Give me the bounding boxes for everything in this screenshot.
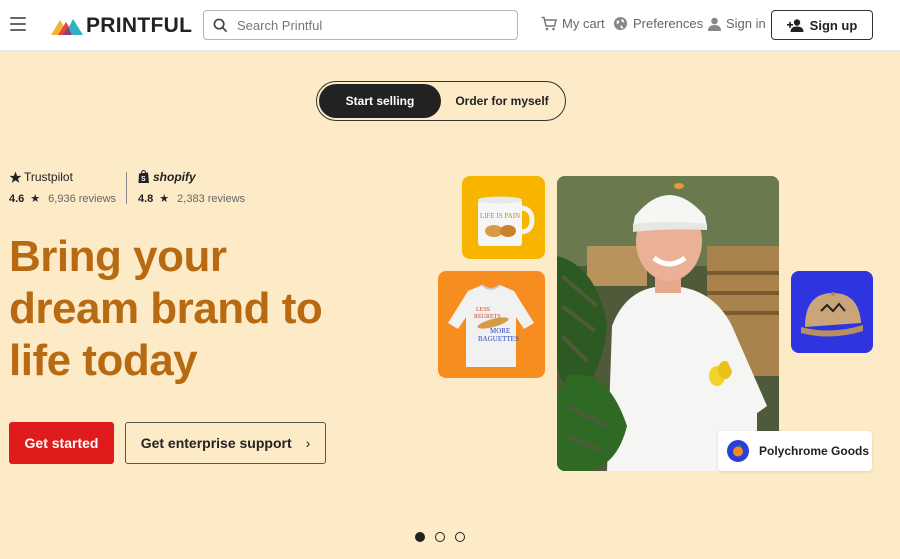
preferences-link[interactable]: Preferences bbox=[613, 16, 703, 31]
order-for-myself-option[interactable]: Order for myself bbox=[441, 84, 563, 118]
search-icon bbox=[213, 18, 228, 32]
user-icon bbox=[708, 17, 721, 31]
search-bar[interactable] bbox=[203, 10, 518, 40]
cap-illustration bbox=[801, 292, 863, 337]
headline-line-3: life today bbox=[9, 336, 198, 385]
shopify-reviews: 2,383 reviews bbox=[177, 192, 246, 205]
sweatshirt-product-image[interactable]: LESS REGRETS MORE BAGUETTES bbox=[438, 271, 545, 378]
trustpilot-reviews: 6,936 reviews bbox=[48, 192, 117, 205]
start-selling-option[interactable]: Start selling bbox=[319, 84, 441, 118]
carousel-dot-3[interactable] bbox=[455, 532, 465, 542]
carousel-dot-2[interactable] bbox=[435, 532, 445, 542]
brand-card-label: Polychrome Goods bbox=[759, 444, 870, 458]
trustpilot-star-icon bbox=[9, 171, 22, 183]
mug-print-text: LIFE IS PAIN bbox=[480, 212, 520, 220]
trustpilot-brand: Trustpilot bbox=[24, 170, 73, 184]
audience-toggle: Start selling Order for myself bbox=[316, 81, 566, 121]
search-input[interactable] bbox=[237, 17, 497, 33]
cap-product-image[interactable] bbox=[791, 271, 873, 353]
menu-hamburger-icon[interactable] bbox=[10, 17, 26, 31]
globe-icon bbox=[613, 16, 628, 31]
shopify-bag-icon: S bbox=[138, 170, 149, 183]
star-icon: ★ bbox=[159, 193, 170, 205]
get-started-button[interactable]: Get started bbox=[9, 422, 114, 464]
model-illustration bbox=[557, 176, 779, 471]
headline-line-1: Bring your bbox=[9, 232, 227, 281]
my-cart-label: My cart bbox=[562, 16, 605, 31]
hero-headline: Bring your dream brand to life today bbox=[9, 231, 409, 387]
my-cart-link[interactable]: My cart bbox=[541, 16, 605, 31]
carousel-pagination bbox=[415, 532, 475, 542]
brand-card[interactable]: Polychrome Goods bbox=[718, 431, 872, 471]
svg-text:S: S bbox=[141, 176, 146, 183]
top-navbar: PRINTFUL My cart Preferences Sign in bbox=[0, 0, 900, 51]
shopify-score: 4.8 bbox=[138, 192, 154, 205]
enterprise-support-label: Get enterprise support bbox=[140, 435, 292, 451]
printful-logo[interactable]: PRINTFUL bbox=[51, 14, 192, 38]
ratings-divider bbox=[126, 172, 127, 204]
mug-product-image[interactable]: LIFE IS PAIN bbox=[462, 176, 545, 259]
add-user-icon bbox=[786, 18, 804, 32]
printful-mountains-icon bbox=[51, 19, 83, 35]
model-photo bbox=[557, 176, 779, 471]
mug-illustration: LIFE IS PAIN bbox=[478, 196, 535, 246]
sweat-print-line-3: MORE bbox=[490, 327, 510, 335]
shopify-brand: shopify bbox=[153, 170, 196, 184]
sign-in-label: Sign in bbox=[726, 16, 766, 31]
cart-icon bbox=[541, 16, 557, 31]
sweat-print-line-1: LESS bbox=[476, 307, 490, 313]
enterprise-support-button[interactable]: Get enterprise support › bbox=[125, 422, 326, 464]
headline-line-2: dream brand to bbox=[9, 284, 323, 333]
trustpilot-score: 4.6 bbox=[9, 192, 25, 205]
sign-in-link[interactable]: Sign in bbox=[708, 16, 766, 31]
preferences-label: Preferences bbox=[633, 16, 704, 31]
sweat-print-line-4: BAGUETTES bbox=[478, 335, 519, 343]
brand-avatar bbox=[727, 440, 749, 462]
orange-fruit-icon bbox=[733, 445, 743, 457]
sign-up-label: Sign up bbox=[809, 17, 858, 33]
sign-up-button[interactable]: Sign up bbox=[771, 10, 873, 40]
carousel-dot-1[interactable] bbox=[415, 532, 425, 542]
logo-text: PRINTFUL bbox=[86, 14, 193, 37]
chevron-right-icon: › bbox=[305, 435, 311, 451]
shopify-rating[interactable]: S shopify 4.8 ★ 2,383 reviews bbox=[138, 170, 245, 205]
sweatshirt-illustration: LESS REGRETS MORE BAGUETTES bbox=[448, 284, 534, 367]
star-icon: ★ bbox=[30, 193, 41, 205]
trustpilot-rating[interactable]: Trustpilot 4.6 ★ 6,936 reviews bbox=[9, 170, 116, 205]
